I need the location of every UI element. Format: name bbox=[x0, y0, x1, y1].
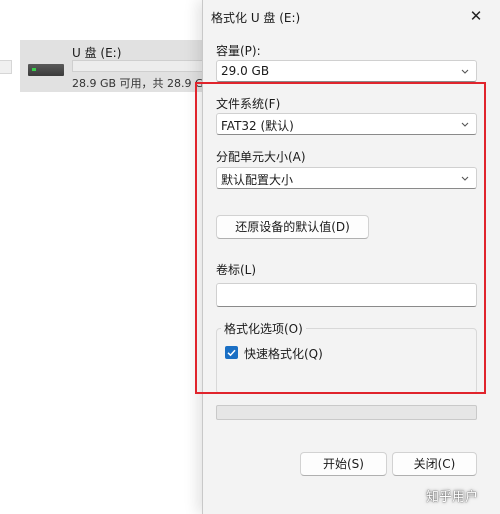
watermark: 知乎用户 bbox=[426, 490, 479, 505]
drive-space-text: 28.9 GB 可用，共 28.9 GB bbox=[72, 77, 212, 90]
usb-drive-icon bbox=[28, 64, 64, 76]
chevron-down-icon bbox=[461, 69, 469, 74]
start-button[interactable]: 开始(S) bbox=[300, 452, 387, 476]
capacity-select[interactable]: 29.0 GB bbox=[216, 60, 477, 82]
close-button[interactable]: 关闭(C) bbox=[392, 452, 477, 476]
drive-name: U 盘 (E:) bbox=[72, 46, 122, 60]
dialog-title: 格式化 U 盘 (E:) bbox=[211, 11, 301, 25]
drive-tile-e[interactable]: U 盘 (E:) 28.9 GB 可用，共 28.9 GB bbox=[20, 40, 232, 92]
format-progress-bar bbox=[216, 405, 477, 420]
red-highlight-box bbox=[195, 82, 486, 394]
dialog-titlebar[interactable]: 格式化 U 盘 (E:) ✕ bbox=[203, 0, 500, 32]
capacity-value: 29.0 GB bbox=[221, 64, 270, 78]
close-icon[interactable]: ✕ bbox=[466, 6, 486, 26]
explorer-edge bbox=[0, 60, 12, 74]
capacity-label: 容量(P): bbox=[216, 44, 261, 58]
